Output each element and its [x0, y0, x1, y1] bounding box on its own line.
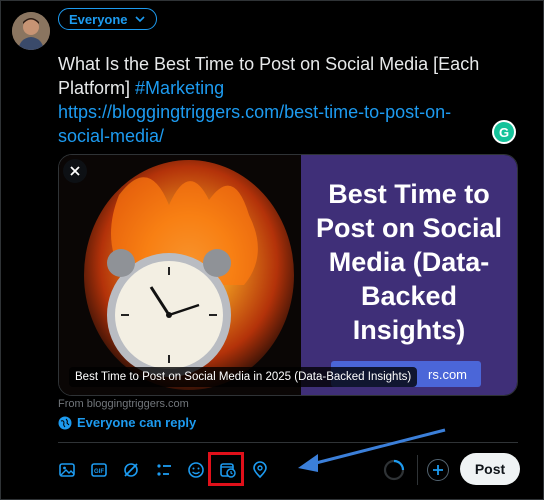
card-source-domain: From bloggingtriggers.com — [58, 398, 189, 410]
card-caption: Best Time to Post on Social Media in 202… — [69, 367, 418, 387]
schedule-icon[interactable] — [218, 460, 238, 480]
audience-label: Everyone — [69, 11, 128, 27]
card-image-alarm-clock — [59, 155, 301, 395]
avatar[interactable] — [12, 12, 50, 50]
remove-card-button[interactable] — [63, 159, 87, 183]
post-button[interactable]: Post — [460, 453, 520, 485]
reply-setting-label: Everyone can reply — [77, 415, 197, 430]
emoji-icon[interactable] — [186, 460, 206, 480]
reply-setting-button[interactable]: Everyone can reply — [58, 415, 196, 430]
chevron-down-icon — [134, 16, 145, 23]
toolbar-separator — [417, 455, 418, 485]
globe-icon — [58, 416, 72, 429]
close-icon — [70, 166, 80, 176]
poll-icon[interactable] — [154, 460, 174, 480]
plus-icon — [433, 465, 443, 475]
toolbar-divider — [58, 442, 518, 443]
post-text-editor[interactable]: What Is the Best Time to Post on Social … — [58, 52, 508, 148]
hashtag[interactable]: #Marketing — [135, 78, 224, 98]
svg-text:GIF: GIF — [94, 469, 104, 475]
media-icon[interactable] — [57, 460, 77, 480]
card-headline: Best Time to Post on Social Media (Data-… — [315, 179, 503, 345]
add-post-button[interactable] — [427, 459, 449, 481]
post-link-line1[interactable]: https://bloggingtriggers.com/best-time-t… — [58, 102, 451, 122]
character-count-ring — [383, 459, 405, 481]
audience-selector[interactable]: Everyone — [58, 8, 157, 30]
location-icon[interactable] — [250, 460, 270, 480]
gif-icon[interactable]: GIF — [89, 460, 109, 480]
post-text-main: What Is the Best Time to Post on Social … — [58, 54, 480, 98]
link-preview-card[interactable]: Best Time to Post on Social Media (Data-… — [58, 154, 518, 396]
post-link-line2[interactable]: social-media/ — [58, 126, 164, 146]
grok-icon[interactable] — [121, 460, 141, 480]
grammarly-icon[interactable]: G — [492, 120, 516, 144]
